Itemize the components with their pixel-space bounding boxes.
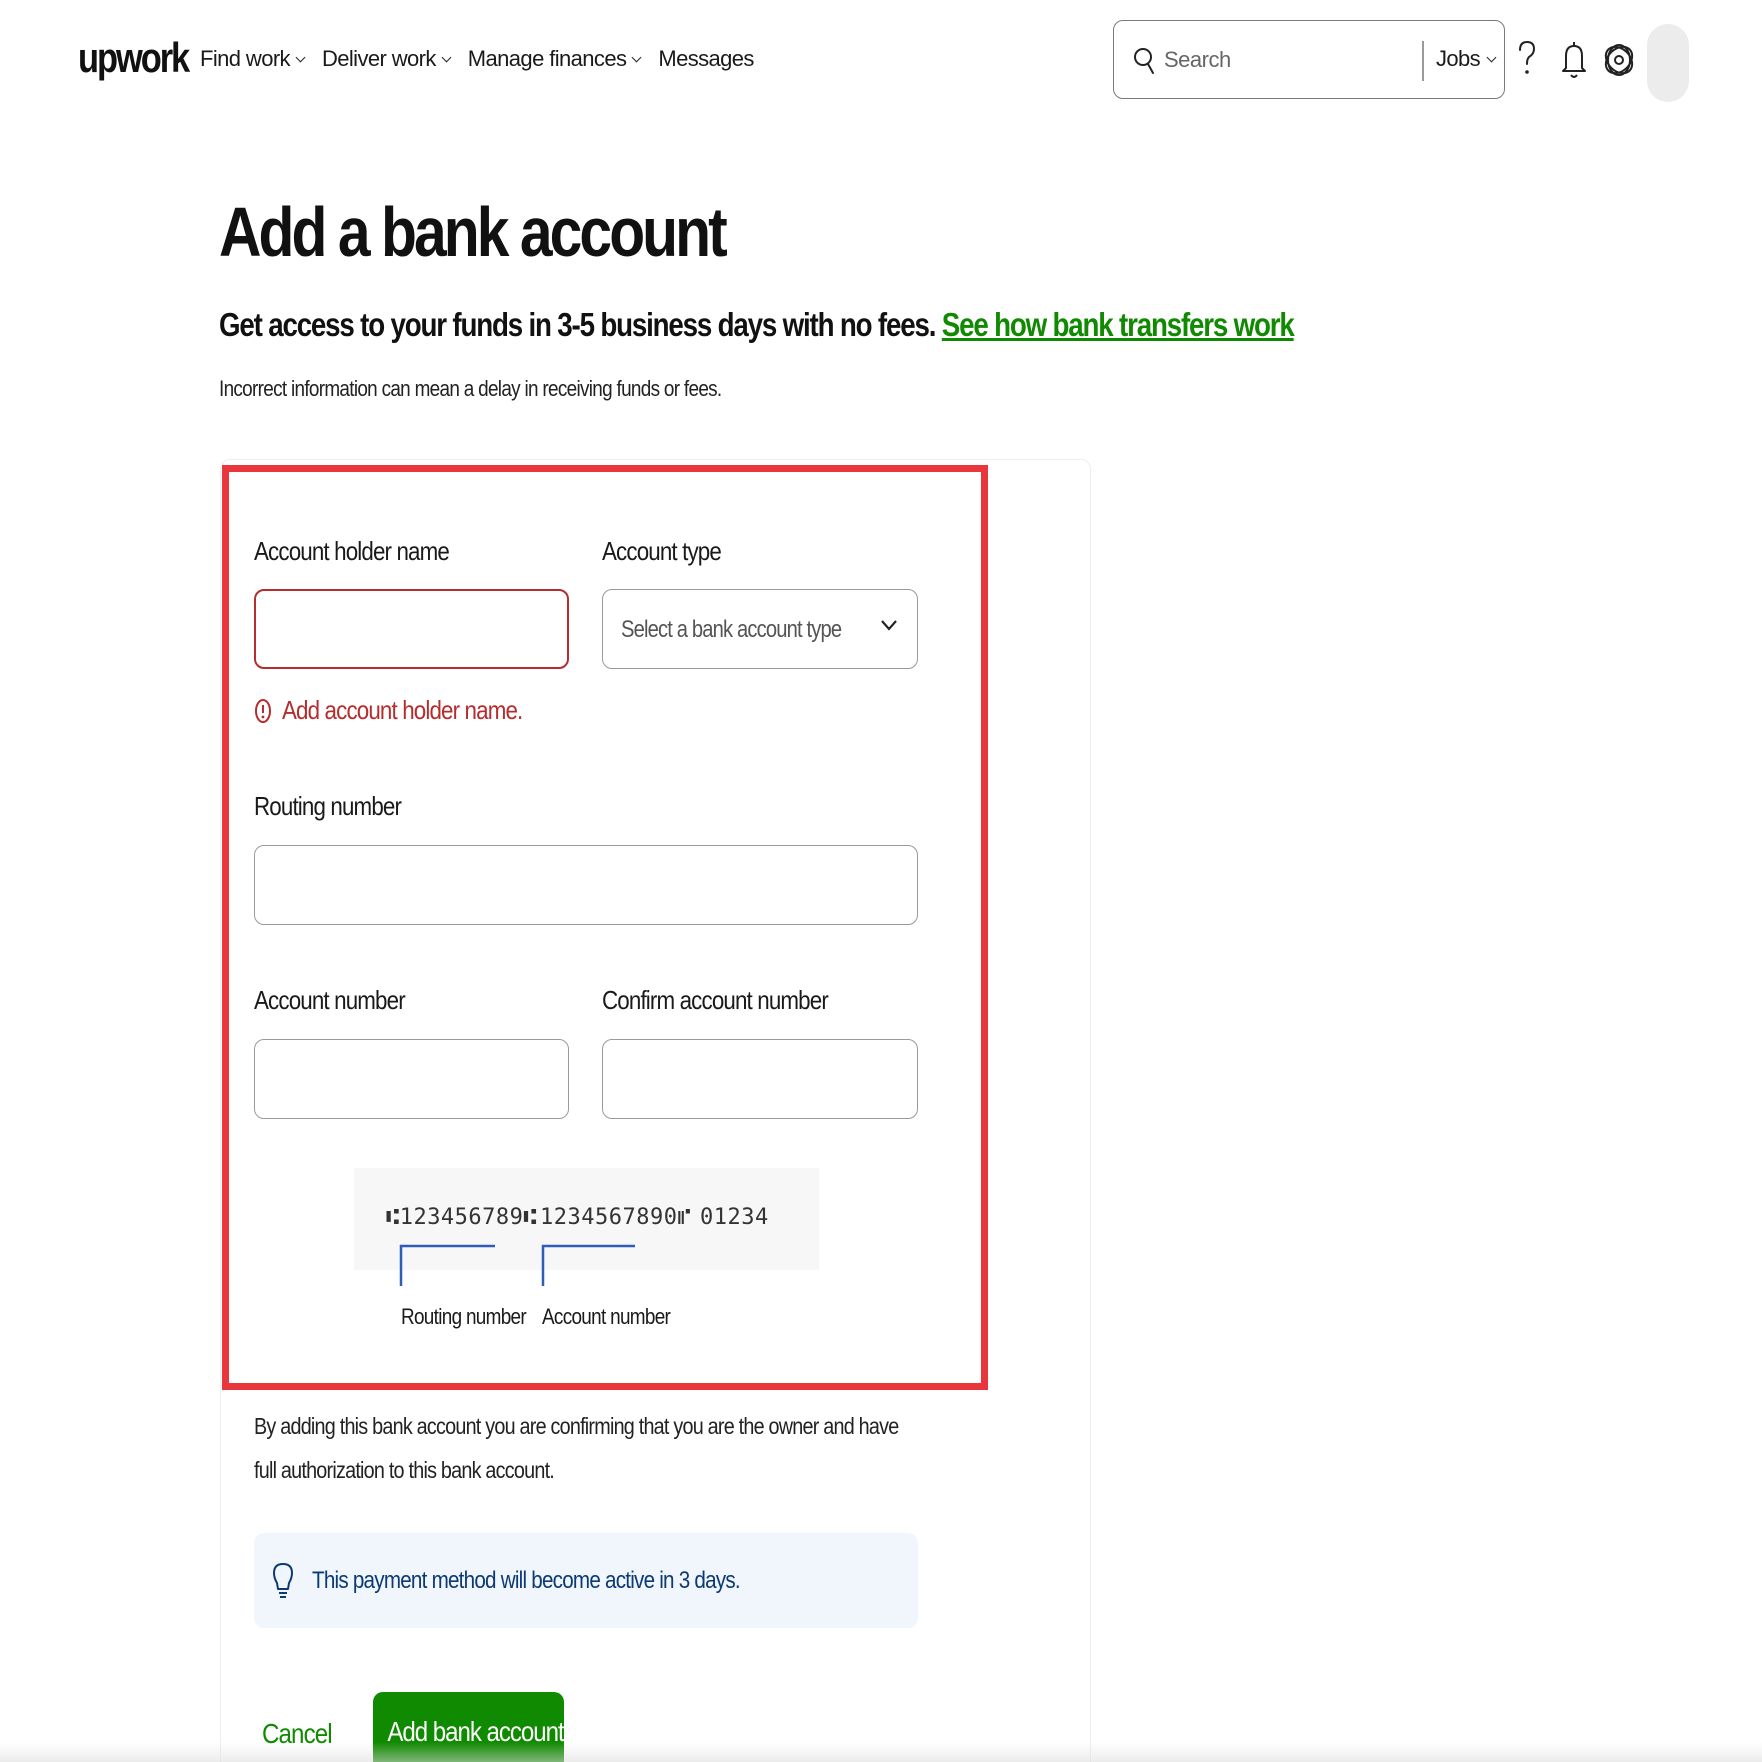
account-type-label: Account type bbox=[602, 536, 722, 566]
upwork-logo[interactable]: upwork bbox=[78, 34, 190, 82]
chevron-down-icon bbox=[295, 52, 306, 62]
account-type-select[interactable]: Select a bank account type bbox=[602, 589, 918, 669]
top-nav-bar: upwork Find work Deliver work Manage fin… bbox=[0, 0, 1762, 122]
routing-number-input[interactable] bbox=[254, 845, 918, 925]
main-nav: Find work Deliver work Manage finances M… bbox=[200, 46, 754, 72]
check-routing-digits: ⑆123456789⑆ bbox=[386, 1205, 538, 1230]
bank-transfers-link[interactable]: See how bank transfers work bbox=[942, 306, 1295, 343]
ownership-consent-text: By adding this bank account you are conf… bbox=[254, 1413, 899, 1483]
info-text: This payment method will become active i… bbox=[312, 1567, 741, 1594]
check-bracket-lines bbox=[399, 1244, 635, 1286]
confirm-account-number-input[interactable] bbox=[602, 1039, 918, 1119]
error-icon bbox=[255, 698, 271, 723]
nav-manage-finances[interactable]: Manage finances bbox=[467, 46, 642, 72]
search-scope-dropdown[interactable]: Jobs bbox=[1436, 46, 1497, 72]
routing-number-label: Routing number bbox=[254, 791, 402, 821]
nav-label: Deliver work bbox=[321, 46, 436, 71]
account-holder-name-label: Account holder name bbox=[254, 536, 450, 566]
gear-icon[interactable] bbox=[1602, 36, 1636, 84]
account-holder-name-input[interactable] bbox=[254, 589, 569, 669]
help-icon[interactable] bbox=[1510, 36, 1544, 84]
subtitle-text: Get access to your funds in 3-5 business… bbox=[219, 306, 936, 343]
search-scope-label: Jobs bbox=[1436, 46, 1481, 71]
chevron-down-icon bbox=[1486, 52, 1497, 62]
check-account-digits: 1234567890⑈ bbox=[540, 1205, 692, 1230]
account-number-label: Account number bbox=[254, 985, 406, 1015]
info-banner: This payment method will become active i… bbox=[254, 1533, 918, 1628]
chevron-down-icon bbox=[881, 620, 897, 631]
account-number-input[interactable] bbox=[254, 1039, 569, 1119]
incorrect-info-note: Incorrect information can mean a delay i… bbox=[219, 376, 722, 401]
cancel-button[interactable]: Cancel bbox=[262, 1718, 333, 1750]
chevron-down-icon bbox=[631, 52, 642, 62]
bell-icon[interactable] bbox=[1557, 36, 1591, 84]
lightbulb-icon bbox=[273, 1563, 293, 1598]
diagram-routing-label: Routing number bbox=[401, 1304, 527, 1329]
chevron-down-icon bbox=[441, 52, 452, 62]
nav-find-work[interactable]: Find work bbox=[200, 46, 306, 72]
nav-label: Manage finances bbox=[467, 46, 627, 71]
check-number-digits: 01234 bbox=[700, 1205, 769, 1230]
search-input[interactable] bbox=[1164, 41, 1414, 79]
error-text: Add account holder name. bbox=[282, 695, 523, 725]
search-divider bbox=[1422, 41, 1424, 81]
add-bank-account-label: Add bank account bbox=[387, 1716, 564, 1747]
page-title: Add a bank account bbox=[219, 193, 728, 271]
account-holder-name-error: Add account holder name. bbox=[254, 695, 562, 726]
nav-messages[interactable]: Messages bbox=[658, 46, 754, 72]
search-bar: Jobs bbox=[1113, 20, 1505, 99]
account-type-placeholder: Select a bank account type bbox=[621, 616, 842, 643]
confirm-account-number-label: Confirm account number bbox=[602, 985, 829, 1015]
page-subtitle: Get access to your funds in 3-5 business… bbox=[219, 306, 1295, 344]
add-bank-account-button[interactable]: Add bank account bbox=[373, 1692, 565, 1762]
nav-label: Messages bbox=[658, 46, 754, 71]
diagram-account-label: Account number bbox=[542, 1304, 671, 1329]
nav-deliver-work[interactable]: Deliver work bbox=[321, 46, 452, 72]
nav-label: Find work bbox=[200, 46, 291, 71]
search-icon bbox=[1134, 48, 1154, 74]
avatar[interactable] bbox=[1647, 24, 1689, 102]
